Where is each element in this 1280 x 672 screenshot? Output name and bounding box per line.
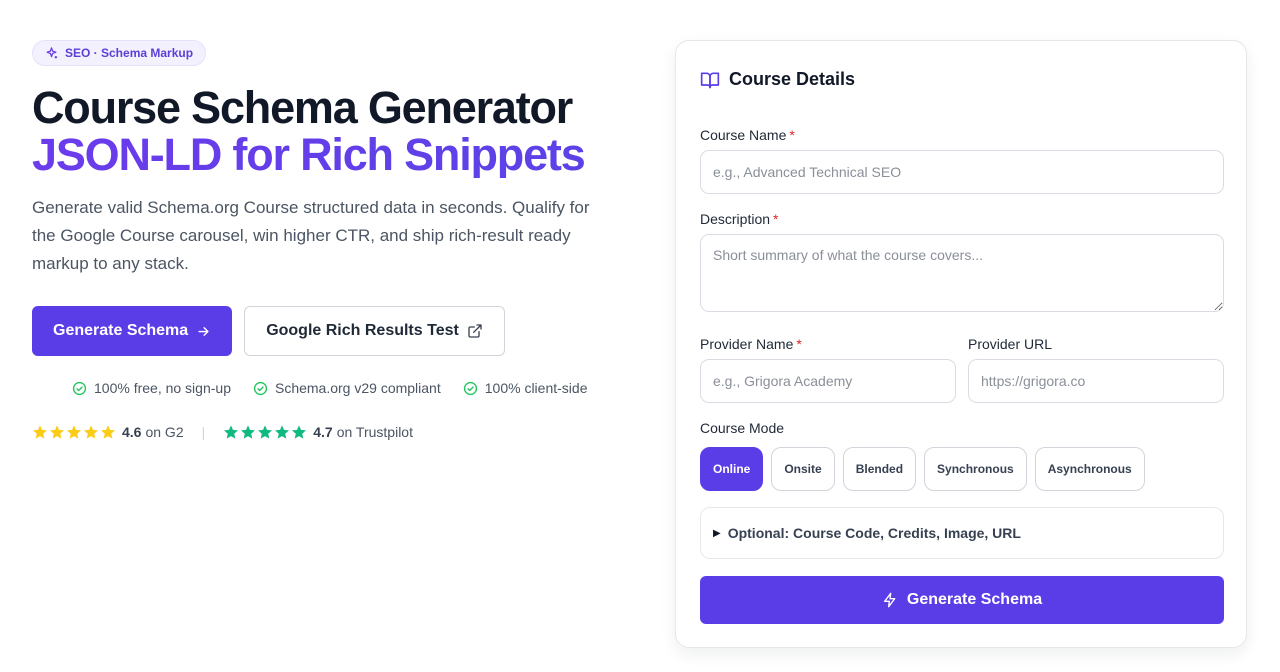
trustpilot-rating-value: 4.7 <box>313 424 333 440</box>
badge-label: SEO · Schema Markup <box>65 46 194 60</box>
external-link-icon <box>468 324 482 338</box>
provider-url-input[interactable] <box>968 359 1224 403</box>
book-open-icon <box>700 72 720 88</box>
provider-name-input[interactable] <box>700 359 956 403</box>
bolt-icon <box>883 592 896 608</box>
check-circle-icon <box>253 381 268 395</box>
course-details-card: Course Details Course Name* Description*… <box>675 40 1247 648</box>
provider-name-label: Provider Name * <box>700 336 802 352</box>
rich-results-test-label: Google Rich Results Test <box>266 322 459 339</box>
trustpilot-rating-source: on Trustpilot <box>336 424 413 440</box>
disclosure-triangle-icon: ▶ <box>713 527 721 539</box>
trustpilot-stars <box>223 424 307 440</box>
provider-url-label: Provider URL <box>968 336 1053 352</box>
sparkle-icon <box>46 46 58 58</box>
star-icon <box>275 425 290 439</box>
cta-row: Generate Schema Google Rich Results Test <box>32 306 505 356</box>
arrow-right-icon <box>198 326 209 336</box>
rich-results-test-button[interactable]: Google Rich Results Test <box>244 306 505 356</box>
star-icon <box>241 425 256 439</box>
star-icon <box>224 425 239 439</box>
check-circle-icon <box>463 381 477 395</box>
course-name-input[interactable] <box>700 150 1224 194</box>
description-label: Description * <box>700 211 778 227</box>
star-icon <box>84 425 98 439</box>
feature-check-label: 100% client-side <box>484 380 588 396</box>
generate-schema-button-label: Generate Schema <box>906 591 1043 608</box>
generate-schema-cta-label: Generate Schema <box>53 322 189 339</box>
mode-option-blended[interactable]: Blended <box>842 447 917 491</box>
star-icon <box>292 425 307 439</box>
ratings-row: 4.6 on G2 | 4.7 on Trustpilot <box>32 424 413 440</box>
mode-option-onsite[interactable]: Onsite <box>771 447 835 491</box>
mode-option-online[interactable]: Online <box>700 447 764 491</box>
generate-schema-button[interactable]: Generate Schema <box>700 576 1224 624</box>
course-mode-group: Online Onsite Blended Synchronous Asynch… <box>700 447 1145 491</box>
page-title: Course Schema Generator <box>32 82 573 133</box>
page-subtitle: JSON-LD for Rich Snippets <box>32 131 632 178</box>
card-header: Course Details <box>700 69 855 90</box>
feature-check-label: 100% free, no sign-up <box>94 380 231 396</box>
star-icon <box>258 425 273 439</box>
optional-fields-toggle[interactable]: ▶ Optional: Course Code, Credits, Image,… <box>700 507 1224 559</box>
required-mark: * <box>773 211 779 227</box>
course-name-label: Course Name * <box>700 127 795 143</box>
g2-rating-value: 4.6 <box>122 424 142 440</box>
mode-option-asynchronous[interactable]: Asynchronous <box>1034 447 1145 491</box>
star-icon <box>101 425 115 439</box>
feature-check-item: Schema.org v29 compliant <box>253 380 441 396</box>
course-name-label-text: Course Name <box>700 127 787 143</box>
feature-checks: 100% free, no sign-up Schema.org v29 com… <box>72 380 587 396</box>
mode-option-synchronous[interactable]: Synchronous <box>924 447 1027 491</box>
feature-check-item: 100% client-side <box>463 380 588 396</box>
star-icon <box>33 425 47 439</box>
required-mark: * <box>789 127 795 143</box>
g2-rating-source: on G2 <box>145 424 184 440</box>
required-mark: * <box>796 336 802 352</box>
description-textarea[interactable] <box>700 234 1224 312</box>
hero-section: SEO · Schema Markup Course Schema Genera… <box>32 40 632 278</box>
course-mode-label: Course Mode <box>700 420 785 436</box>
optional-fields-label: Optional: Course Code, Credits, Image, U… <box>727 525 1021 541</box>
lead-paragraph: Generate valid Schema.org Course structu… <box>32 198 590 273</box>
provider-name-label-text: Provider Name <box>700 336 794 352</box>
card-title: Course Details <box>729 69 856 89</box>
description-label-text: Description <box>700 211 771 227</box>
star-icon <box>67 425 81 439</box>
generate-schema-cta-button[interactable]: Generate Schema <box>32 306 233 356</box>
feature-check-item: 100% free, no sign-up <box>72 380 231 396</box>
feature-check-label: Schema.org v29 compliant <box>274 380 441 396</box>
check-circle-icon <box>72 381 87 395</box>
g2-stars <box>32 424 116 440</box>
star-icon <box>50 425 64 439</box>
rating-separator: | <box>201 424 206 440</box>
category-badge: SEO · Schema Markup <box>32 40 207 66</box>
